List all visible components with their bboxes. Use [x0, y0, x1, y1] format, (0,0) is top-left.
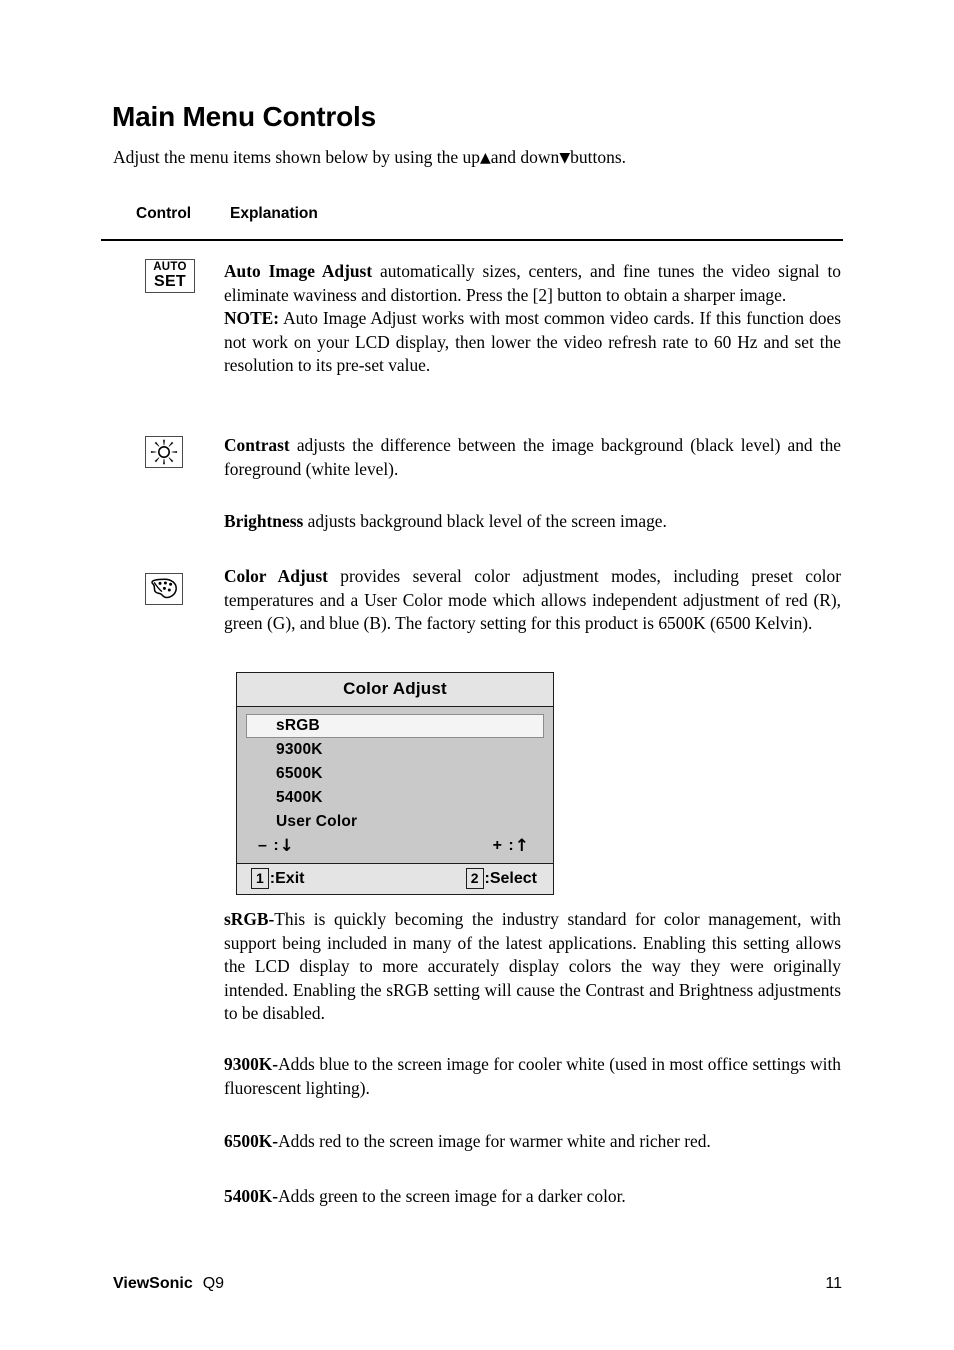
column-header-explanation: Explanation: [230, 205, 318, 222]
explanation-color-adjust: Color Adjust provides several color adju…: [224, 565, 841, 636]
osd-menu-item-user-color[interactable]: User Color: [246, 810, 544, 834]
footer-page-number: 11: [825, 1275, 842, 1292]
footer-brand: ViewSonic: [113, 1275, 193, 1292]
auto-set-icon-line2: SET: [153, 273, 187, 291]
control-icon-cell-auto-set: AUTO SET: [145, 259, 195, 293]
description-srgb: sRGB-This is quickly becoming the indust…: [224, 908, 841, 1026]
body-note: Auto Image Adjust works with most common…: [224, 308, 841, 375]
intro-text-before: Adjust the menu items shown below by usi…: [113, 147, 480, 167]
osd-menu-item-srgb[interactable]: sRGB: [246, 714, 544, 738]
osd-exit-key: 1: [251, 868, 269, 889]
term-color-adjust: Color Adjust: [224, 566, 328, 586]
explanation-auto-image-adjust: Auto Image Adjust automatically sizes, c…: [224, 260, 841, 378]
arrow-down-icon: ↓: [279, 836, 295, 856]
osd-menu-item-5400k[interactable]: 5400K: [246, 786, 544, 810]
arrow-up-icon: ↑: [514, 836, 530, 856]
column-header-control: Control: [136, 205, 192, 222]
intro-paragraph: Adjust the menu items shown below by usi…: [113, 146, 853, 169]
auto-set-icon: AUTO SET: [145, 259, 195, 293]
osd-arrow-hints: – :↓ + :↑: [246, 834, 544, 859]
explanation-brightness: Brightness adjusts background black leve…: [224, 510, 841, 534]
osd-select-key: 2: [465, 868, 484, 889]
osd-plus-hint: + :↑: [493, 836, 530, 856]
term-5400k: 5400K-: [224, 1186, 279, 1206]
description-6500k: 6500K-Adds red to the screen image for w…: [224, 1130, 841, 1154]
osd-menu-body: sRGB 9300K 6500K 5400K User Color – :↓ +…: [237, 707, 553, 863]
down-arrow-icon: ▼: [559, 150, 571, 166]
paragraph-color-adjust: Color Adjust provides several color adju…: [224, 565, 841, 636]
term-contrast: Contrast: [224, 435, 290, 455]
paragraph-6500k: 6500K-Adds red to the screen image for w…: [224, 1130, 841, 1154]
intro-text-mid: and down: [490, 147, 560, 167]
paragraph-auto-image-adjust: Auto Image Adjust automatically sizes, c…: [224, 260, 841, 307]
term-9300k: 9300K-: [224, 1054, 279, 1074]
paragraph-9300k: 9300K-Adds blue to the screen image for …: [224, 1053, 841, 1100]
term-auto-image-adjust: Auto Image Adjust: [224, 261, 373, 281]
osd-menu-item-9300k[interactable]: 9300K: [246, 738, 544, 762]
intro-text-after: buttons.: [570, 147, 627, 167]
body-brightness: adjusts background black level of the sc…: [303, 511, 667, 531]
description-5400k: 5400K-Adds green to the screen image for…: [224, 1185, 841, 1209]
body-5400k: Adds green to the screen image for a dar…: [278, 1186, 626, 1206]
paragraph-auto-image-adjust-note: NOTE: Auto Image Adjust works with most …: [224, 307, 841, 378]
header-divider-rule: [101, 239, 843, 241]
color-palette-icon: [145, 573, 183, 605]
explanation-contrast: Contrast adjusts the difference between …: [224, 434, 841, 481]
document-page: Main Menu Controls Adjust the menu items…: [0, 0, 954, 1350]
paragraph-contrast: Contrast adjusts the difference between …: [224, 434, 841, 481]
osd-minus-hint: – :↓: [258, 836, 295, 856]
paragraph-srgb: sRGB-This is quickly becoming the indust…: [224, 908, 841, 1026]
osd-menu-footer: 1:Exit 2:Select: [237, 863, 553, 894]
paragraph-5400k: 5400K-Adds green to the screen image for…: [224, 1185, 841, 1209]
body-contrast: adjusts the difference between the image…: [224, 435, 841, 479]
term-6500k: 6500K-: [224, 1131, 279, 1151]
body-6500k: Adds red to the screen image for warmer …: [278, 1131, 711, 1151]
term-brightness: Brightness: [224, 511, 304, 531]
term-srgb: sRGB-: [224, 909, 275, 929]
description-9300k: 9300K-Adds blue to the screen image for …: [224, 1053, 841, 1100]
term-note: NOTE:: [224, 308, 280, 328]
osd-select-hint[interactable]: 2:Select: [465, 868, 537, 889]
paragraph-brightness: Brightness adjusts background black leve…: [224, 510, 841, 534]
page-title: Main Menu Controls: [112, 101, 376, 132]
table-column-headers: Control Explanation: [136, 205, 318, 223]
osd-exit-hint[interactable]: 1:Exit: [251, 868, 304, 889]
osd-minus-label: – :: [258, 837, 280, 854]
body-srgb: This is quickly becoming the industry st…: [224, 909, 841, 1023]
osd-menu-item-6500k[interactable]: 6500K: [246, 762, 544, 786]
footer-brand-model: ViewSonic Q9: [113, 1275, 224, 1293]
auto-set-icon-line1: AUTO: [153, 260, 187, 273]
osd-plus-label: + :: [492, 837, 515, 854]
osd-color-adjust-menu: Color Adjust sRGB 9300K 6500K 5400K User…: [236, 672, 554, 895]
control-icon-cell-color-adjust: [145, 573, 183, 605]
body-9300k: Adds blue to the screen image for cooler…: [224, 1054, 841, 1098]
up-arrow-icon: ▲: [480, 150, 491, 166]
osd-exit-label: :Exit: [269, 870, 305, 887]
osd-menu-title: Color Adjust: [237, 673, 553, 707]
control-icon-cell-contrast: [145, 436, 183, 468]
osd-select-label: :Select: [484, 870, 537, 887]
contrast-sun-icon: [145, 436, 183, 468]
footer-model: Q9: [202, 1275, 225, 1292]
